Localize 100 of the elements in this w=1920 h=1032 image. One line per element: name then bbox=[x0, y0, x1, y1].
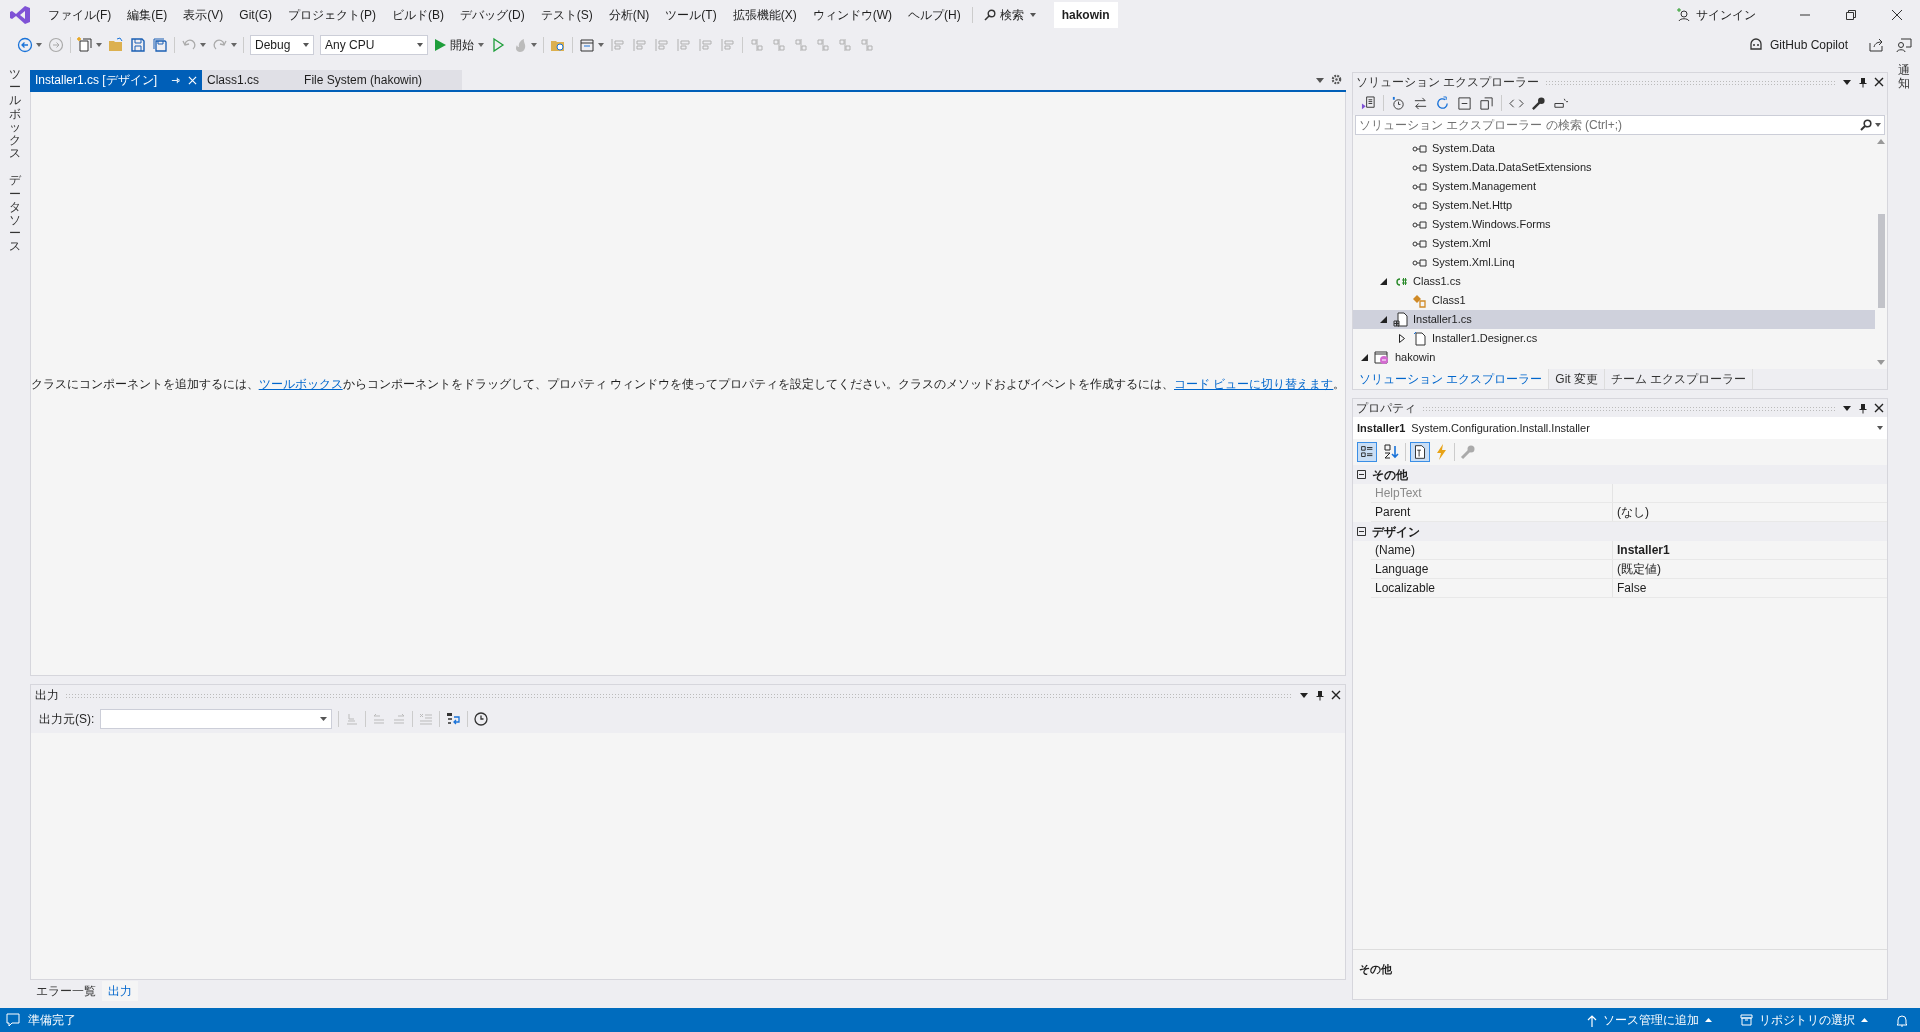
copy-icon[interactable] bbox=[1479, 95, 1494, 111]
pin-icon[interactable] bbox=[1858, 402, 1868, 414]
caret-icon[interactable] bbox=[1875, 123, 1881, 127]
back-icon[interactable] bbox=[17, 37, 33, 53]
dropdown-icon[interactable] bbox=[1299, 690, 1309, 700]
menu-item[interactable]: 分析(N) bbox=[600, 2, 658, 28]
copilot-button[interactable]: GitHub Copilot bbox=[1747, 36, 1848, 54]
save-all-icon[interactable] bbox=[152, 37, 168, 53]
dropdown-icon[interactable] bbox=[1315, 75, 1325, 85]
share-icon[interactable] bbox=[1868, 37, 1884, 53]
window-icon[interactable] bbox=[579, 37, 595, 53]
properties-icon[interactable] bbox=[1410, 442, 1430, 462]
tree-item[interactable]: Installer1.cs bbox=[1353, 310, 1875, 329]
dropdown-icon[interactable] bbox=[1842, 403, 1852, 413]
start-button[interactable]: 開始 bbox=[435, 36, 474, 54]
tree-item[interactable]: Class1 bbox=[1353, 291, 1875, 310]
side-tab[interactable]: 通知 bbox=[1898, 64, 1910, 91]
platform-dropdown[interactable]: Any CPU bbox=[320, 35, 428, 55]
tree-item[interactable]: Installer1.Designer.cs bbox=[1353, 329, 1875, 348]
caret-icon[interactable] bbox=[231, 43, 237, 47]
panel-tab[interactable]: チーム エクスプローラー bbox=[1605, 369, 1754, 389]
play-outline-icon[interactable] bbox=[490, 37, 506, 53]
tree-item[interactable]: System.Data bbox=[1353, 139, 1875, 158]
tree-item[interactable]: System.Xml bbox=[1353, 234, 1875, 253]
dropdown-icon[interactable] bbox=[1842, 77, 1852, 87]
close-icon[interactable] bbox=[1331, 690, 1341, 700]
search-button[interactable]: 検索 bbox=[975, 2, 1044, 28]
menu-item[interactable]: ツール(T) bbox=[657, 2, 725, 28]
scrollbar-thumb[interactable] bbox=[1877, 214, 1885, 308]
sort-alphabetical-icon[interactable] bbox=[1381, 442, 1401, 462]
settings-icon[interactable] bbox=[1331, 74, 1342, 85]
property-value[interactable]: False bbox=[1613, 579, 1651, 597]
menu-item[interactable]: Git(G) bbox=[231, 2, 280, 28]
save-icon[interactable] bbox=[130, 37, 146, 53]
menu-item[interactable]: プロジェクト(P) bbox=[280, 2, 384, 28]
collapse-all-icon[interactable] bbox=[1457, 95, 1472, 111]
menu-item[interactable]: 表示(V) bbox=[175, 2, 232, 28]
tree-item[interactable]: System.Data.DataSetExtensions bbox=[1353, 158, 1875, 177]
menu-item[interactable]: 編集(E) bbox=[119, 2, 176, 28]
repository-button[interactable]: リポジトリの選択 bbox=[1740, 1011, 1868, 1029]
pin-icon[interactable] bbox=[1858, 76, 1868, 88]
side-tab[interactable]: ツールボックス bbox=[9, 68, 21, 161]
close-icon[interactable] bbox=[1874, 77, 1884, 87]
object-selector[interactable]: Installer1 System.Configuration.Install.Installer bbox=[1353, 417, 1887, 439]
caret-icon[interactable] bbox=[478, 43, 484, 47]
caret-icon[interactable] bbox=[36, 43, 42, 47]
menu-item[interactable]: ウィンドウ(W) bbox=[804, 2, 900, 28]
side-tab[interactable]: データソース bbox=[9, 174, 21, 254]
link[interactable]: コード ビューに切り替えます bbox=[1174, 376, 1334, 391]
app-logo-icon[interactable] bbox=[9, 5, 31, 25]
expanded-arrow-icon[interactable] bbox=[1361, 354, 1368, 361]
sync-icon[interactable] bbox=[1413, 95, 1428, 111]
document-tab[interactable]: Class1.cs bbox=[202, 70, 300, 90]
property-value[interactable]: (既定値) bbox=[1613, 560, 1665, 578]
collapse-icon[interactable] bbox=[1357, 470, 1366, 479]
menu-item[interactable]: ビルド(B) bbox=[384, 2, 452, 28]
menu-item[interactable]: ファイル(F) bbox=[40, 2, 120, 28]
bell-icon[interactable] bbox=[1896, 1013, 1908, 1027]
new-project-icon[interactable] bbox=[77, 37, 93, 53]
refresh-icon[interactable] bbox=[1435, 95, 1450, 111]
expanded-arrow-icon[interactable] bbox=[1380, 278, 1387, 285]
close-icon[interactable] bbox=[1892, 10, 1902, 20]
panel-tab[interactable]: Git 変更 bbox=[1549, 369, 1605, 389]
panel-tab[interactable]: 出力 bbox=[102, 981, 138, 1001]
property-value[interactable]: (なし) bbox=[1613, 503, 1653, 521]
sign-in-button[interactable]: サインイン bbox=[1677, 6, 1756, 24]
caret-icon[interactable] bbox=[200, 43, 206, 47]
panel-tab[interactable]: ソリューション エクスプローラー bbox=[1353, 369, 1550, 389]
tree-item[interactable]: System.Windows.Forms bbox=[1353, 215, 1875, 234]
caret-icon[interactable] bbox=[531, 43, 537, 47]
scroll-up-icon[interactable] bbox=[1877, 139, 1885, 144]
history-icon[interactable] bbox=[1391, 95, 1406, 111]
caret-icon[interactable] bbox=[96, 43, 102, 47]
panel-tab[interactable]: エラー一覧 bbox=[30, 981, 102, 1001]
close-icon[interactable] bbox=[1874, 403, 1884, 413]
document-tab[interactable]: File System (hakowin) bbox=[299, 70, 463, 90]
pin-icon[interactable] bbox=[1315, 689, 1325, 701]
collapsed-arrow-icon[interactable] bbox=[1399, 334, 1405, 343]
word-wrap-icon[interactable] bbox=[446, 712, 462, 726]
tree-item[interactable]: hakowin bbox=[1353, 348, 1875, 367]
clock-icon[interactable] bbox=[474, 712, 489, 726]
menu-item[interactable]: 拡張機能(X) bbox=[724, 2, 805, 28]
caret-icon[interactable] bbox=[598, 43, 604, 47]
tree-item[interactable]: System.Management bbox=[1353, 177, 1875, 196]
tree-item[interactable]: System.Xml.Linq bbox=[1353, 253, 1875, 272]
menu-item[interactable]: ヘルプ(H) bbox=[900, 2, 969, 28]
feedback-icon[interactable] bbox=[1896, 37, 1912, 53]
collapse-icon[interactable] bbox=[1357, 527, 1366, 536]
scroll-down-icon[interactable] bbox=[1877, 360, 1885, 365]
link[interactable]: ツールボックス bbox=[258, 376, 343, 391]
wrench-icon[interactable] bbox=[1531, 95, 1546, 111]
tree-item[interactable]: Class1.cs bbox=[1353, 272, 1875, 291]
configuration-dropdown[interactable]: Debug bbox=[250, 35, 314, 55]
property-value[interactable]: Installer1 bbox=[1613, 541, 1674, 559]
restore-icon[interactable] bbox=[1846, 10, 1856, 20]
categorized-icon[interactable] bbox=[1357, 442, 1377, 462]
tree-item[interactable]: System.Net.Http bbox=[1353, 196, 1875, 215]
expanded-arrow-icon[interactable] bbox=[1380, 316, 1387, 323]
menu-item[interactable]: デバッグ(D) bbox=[452, 2, 533, 28]
source-control-button[interactable]: ソース管理に追加 bbox=[1587, 1011, 1712, 1029]
